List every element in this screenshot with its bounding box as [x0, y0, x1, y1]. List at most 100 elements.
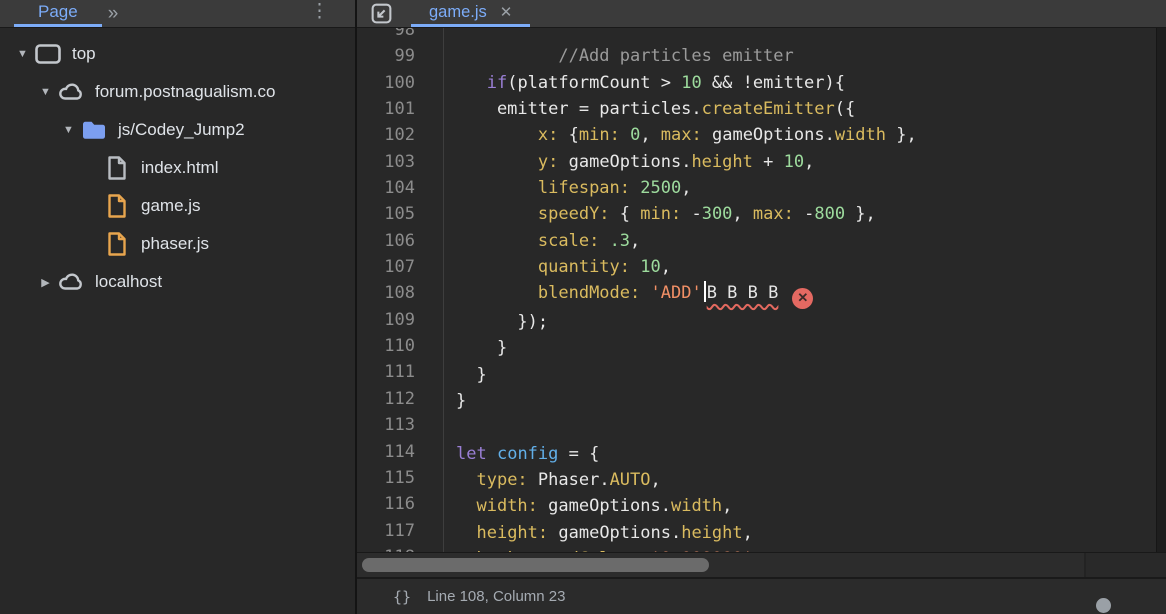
scrollbar-corner	[1086, 553, 1166, 577]
code-token: && !emitter){	[702, 73, 845, 93]
file-js-icon	[103, 230, 131, 258]
line-number[interactable]: 104	[357, 175, 415, 201]
code-token: {	[558, 125, 578, 145]
code-area[interactable]: //Add particles emitter if(platformCount…	[444, 28, 1156, 552]
line-number[interactable]: 102	[357, 122, 415, 148]
folder-icon	[80, 116, 108, 144]
line-number[interactable]: 109	[357, 307, 415, 333]
code-token: x:	[538, 125, 558, 145]
line-number[interactable]: 113	[357, 412, 415, 438]
file-tree: ▼top▼forum.postnagualism.co▼js/Codey_Jum…	[0, 28, 355, 614]
code-token: width	[835, 125, 886, 145]
code-token: if	[487, 73, 507, 93]
code-token	[630, 257, 640, 277]
line-number[interactable]: 106	[357, 228, 415, 254]
code-token: .3	[610, 231, 630, 251]
tree-item-js-codey-jump2[interactable]: ▼js/Codey_Jump2	[0, 111, 355, 149]
disclosure-expanded-icon[interactable]: ▼	[37, 86, 54, 98]
line-number[interactable]: 110	[357, 333, 415, 359]
line-number[interactable]: 111	[357, 359, 415, 385]
line-number[interactable]: 116	[357, 491, 415, 517]
error-badge-icon[interactable]: ✕	[792, 288, 813, 309]
code-line: });	[456, 309, 1156, 335]
tree-item-index-html[interactable]: index.html	[0, 149, 355, 187]
code-token: = {	[558, 444, 599, 464]
tree-item-label: index.html	[141, 158, 218, 178]
code-token	[456, 257, 538, 277]
code-token: }	[456, 338, 507, 358]
code-editor[interactable]: 9899100101102103104105106107108109110111…	[357, 28, 1166, 552]
code-token: lifespan:	[538, 178, 630, 198]
code-line: }	[456, 362, 1156, 388]
navigator-toggle-icon	[369, 1, 394, 26]
code-token: 'ADD'	[651, 283, 702, 303]
line-number[interactable]: 101	[357, 96, 415, 122]
tree-item-localhost[interactable]: ▶ localhost	[0, 263, 355, 301]
code-line: x: {min: 0, max: gameOptions.width },	[456, 122, 1156, 148]
code-line: width: gameOptions.width,	[456, 493, 1156, 519]
code-token: },	[886, 125, 917, 145]
code-line: if(platformCount > 10 && !emitter){	[456, 70, 1156, 96]
line-number[interactable]: 100	[357, 70, 415, 96]
kebab-menu-icon[interactable]: ⋮	[310, 0, 329, 27]
line-number[interactable]: 98	[357, 28, 415, 43]
code-token: ,	[630, 231, 640, 251]
line-number[interactable]: 118	[357, 544, 415, 552]
horizontal-scrollbar-thumb[interactable]	[362, 558, 709, 572]
horizontal-scrollbar[interactable]	[357, 552, 1166, 577]
line-number[interactable]: 108	[357, 280, 415, 306]
editor-tabbar: game.js ✕	[357, 0, 1166, 28]
code-token: height:	[476, 523, 548, 543]
code-token: (platformCount >	[507, 73, 681, 93]
cursor-position-text: Line 108, Column 23	[427, 588, 565, 605]
code-line: quantity: 10,	[456, 254, 1156, 280]
code-token: min:	[579, 125, 620, 145]
disclosure-expanded-icon[interactable]: ▼	[60, 124, 77, 136]
tree-item-forum-postnagualism-co[interactable]: ▼forum.postnagualism.co	[0, 73, 355, 111]
tab-page[interactable]: Page	[14, 0, 102, 27]
line-number[interactable]: 103	[357, 149, 415, 175]
line-number[interactable]: 99	[357, 43, 415, 69]
code-token: min:	[640, 204, 681, 224]
line-number[interactable]: 112	[357, 386, 415, 412]
editor-tab-gamejs[interactable]: game.js ✕	[411, 0, 530, 27]
tree-item-top[interactable]: ▼top	[0, 35, 355, 73]
frame-icon	[34, 40, 62, 68]
code-line: emitter = particles.createEmitter({	[456, 96, 1156, 122]
more-tabs-icon[interactable]: »	[102, 0, 124, 27]
code-line: y: gameOptions.height + 10,	[456, 149, 1156, 175]
disclosure-expanded-icon[interactable]: ▼	[14, 48, 31, 60]
line-number[interactable]: 115	[357, 465, 415, 491]
code-token: max:	[661, 125, 702, 145]
code-token: type:	[476, 470, 527, 490]
code-token	[456, 152, 538, 172]
code-token: 2500	[640, 178, 681, 198]
close-tab-icon[interactable]: ✕	[500, 3, 513, 21]
tree-item-label: localhost	[95, 272, 162, 292]
editor-tab-label: game.js	[429, 3, 487, 22]
tree-item-phaser-js[interactable]: phaser.js	[0, 225, 355, 263]
code-token: blendMode:	[538, 283, 640, 303]
navigator-toggle-button[interactable]	[364, 0, 398, 27]
vertical-scrollbar[interactable]	[1156, 28, 1166, 552]
tree-item-label: phaser.js	[141, 234, 209, 254]
code-token: 0	[630, 125, 640, 145]
editor-pane: game.js ✕ 989910010110210310410510610710…	[357, 0, 1166, 614]
pretty-print-button[interactable]: {}	[393, 588, 411, 606]
line-number[interactable]: 114	[357, 439, 415, 465]
code-token	[456, 523, 476, 543]
line-number[interactable]: 107	[357, 254, 415, 280]
code-token	[620, 125, 630, 145]
code-token	[456, 231, 538, 251]
code-line: }	[456, 335, 1156, 361]
disclosure-collapsed-icon[interactable]: ▶	[37, 276, 54, 289]
tree-item-game-js[interactable]: game.js	[0, 187, 355, 225]
gear-icon[interactable]	[1096, 598, 1111, 613]
code-token: },	[845, 204, 876, 224]
editor-status-bar: {} Line 108, Column 23	[357, 577, 1166, 614]
file-html-icon	[103, 154, 131, 182]
code-line: height: gameOptions.height,	[456, 520, 1156, 546]
line-number[interactable]: 117	[357, 518, 415, 544]
code-token: {	[610, 204, 641, 224]
line-number[interactable]: 105	[357, 201, 415, 227]
